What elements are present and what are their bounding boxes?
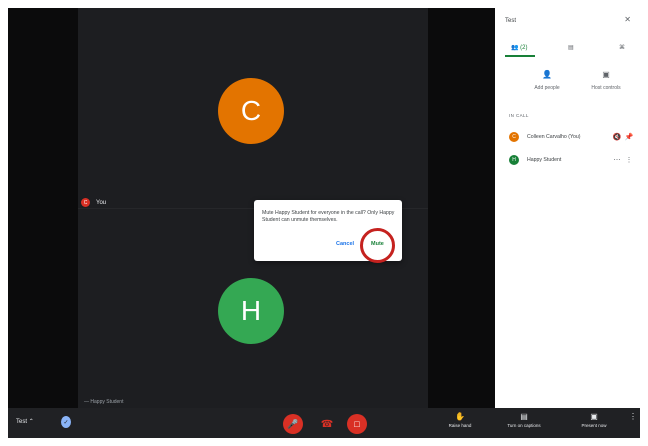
present-button[interactable]: ▣ Present now: [574, 412, 614, 428]
mic-off-button[interactable]: 🎤: [283, 414, 303, 434]
more-options-icon[interactable]: ⋮: [623, 156, 635, 164]
participant-name-label: Happy Student: [90, 399, 124, 405]
in-call-heading: IN CALL: [509, 113, 529, 118]
present-icon: ▣: [590, 412, 598, 421]
self-avatar: C: [218, 78, 284, 144]
add-people-button[interactable]: 👤 Add people: [519, 70, 575, 91]
chevron-up-icon: ⌃: [28, 419, 34, 425]
self-name-tag: C You: [81, 198, 106, 207]
camera-off-button[interactable]: □: [347, 414, 367, 434]
participant-avatar: H: [218, 278, 284, 344]
video-stage: C H C You — Happy Student Mute Happy Stu…: [8, 8, 495, 409]
person-add-icon: 👤: [542, 70, 552, 79]
raise-hand-button[interactable]: ✋ Raise hand: [442, 412, 478, 428]
captions-button[interactable]: ▤ Turn on captions: [501, 412, 547, 428]
participant-name-tag: — Happy Student: [84, 399, 123, 405]
meeting-title[interactable]: Test ⌃: [16, 418, 34, 425]
shield-icon[interactable]: ✓: [61, 416, 71, 428]
chat-icon: ▤: [568, 45, 574, 51]
highlight-circle: [360, 228, 395, 263]
pin-icon[interactable]: 📌: [623, 133, 635, 141]
stage-right-bar: [428, 8, 495, 408]
meeting-title-label: Test: [16, 419, 28, 425]
participant-name: Colleen Carvalho (You): [527, 134, 581, 140]
more-options-button[interactable]: ⋮: [628, 412, 638, 423]
muted-mic-icon: C: [81, 198, 90, 207]
control-bar: Test ⌃ ✓ 🎤 ☎ □ ✋ Raise hand ▤ Turn on ca…: [8, 408, 640, 438]
present-label: Present now: [581, 423, 607, 428]
avatar: H: [509, 155, 519, 165]
audio-level-icon: ⋯: [613, 157, 621, 164]
close-icon[interactable]: ✕: [624, 15, 631, 24]
mic-off-icon: 🎤: [287, 418, 299, 429]
tab-underline: [505, 55, 535, 57]
people-panel: Test ✕ 👥 (2) ▤ ⌘ 👤 Add people ▣ Host con…: [495, 8, 640, 408]
captions-label: Turn on captions: [507, 423, 541, 428]
participant-name-prefix: —: [84, 399, 89, 405]
hang-up-button[interactable]: ☎: [317, 414, 337, 434]
host-controls-button[interactable]: ▣ Host controls: [578, 70, 634, 91]
avatar: C: [509, 132, 519, 142]
list-item: C Colleen Carvalho (You) 🔇 📌: [509, 131, 635, 143]
mic-off-icon[interactable]: 🔇: [611, 133, 623, 141]
cancel-button[interactable]: Cancel: [336, 241, 354, 247]
panel-title: Test: [505, 18, 517, 24]
activities-icon: ⌘: [619, 45, 625, 51]
stage-left-bar: [8, 8, 78, 408]
hand-icon: ✋: [455, 412, 465, 421]
tab-people[interactable]: 👥 (2): [505, 44, 535, 57]
participant-name: Happy Student: [527, 157, 562, 163]
people-icon: 👥 (2): [511, 45, 528, 51]
camera-off-icon: □: [354, 419, 360, 429]
self-name-label: You: [96, 199, 107, 206]
captions-icon: ▤: [520, 412, 528, 421]
phone-icon: ☎: [320, 418, 334, 430]
tab-chat[interactable]: ▤: [568, 44, 574, 51]
list-item: H Happy Student ⋯ ⋮: [509, 154, 635, 166]
raise-hand-label: Raise hand: [448, 423, 472, 428]
host-controls-label: Host controls: [591, 85, 621, 91]
add-people-label: Add people: [534, 85, 560, 91]
host-controls-icon: ▣: [602, 70, 610, 79]
tab-activities[interactable]: ⌘: [619, 44, 625, 51]
more-vert-icon: ⋮: [629, 412, 637, 421]
meet-window: C H C You — Happy Student Mute Happy Stu…: [8, 8, 640, 438]
dialog-message: Mute Happy Student for everyone in the c…: [262, 210, 395, 223]
